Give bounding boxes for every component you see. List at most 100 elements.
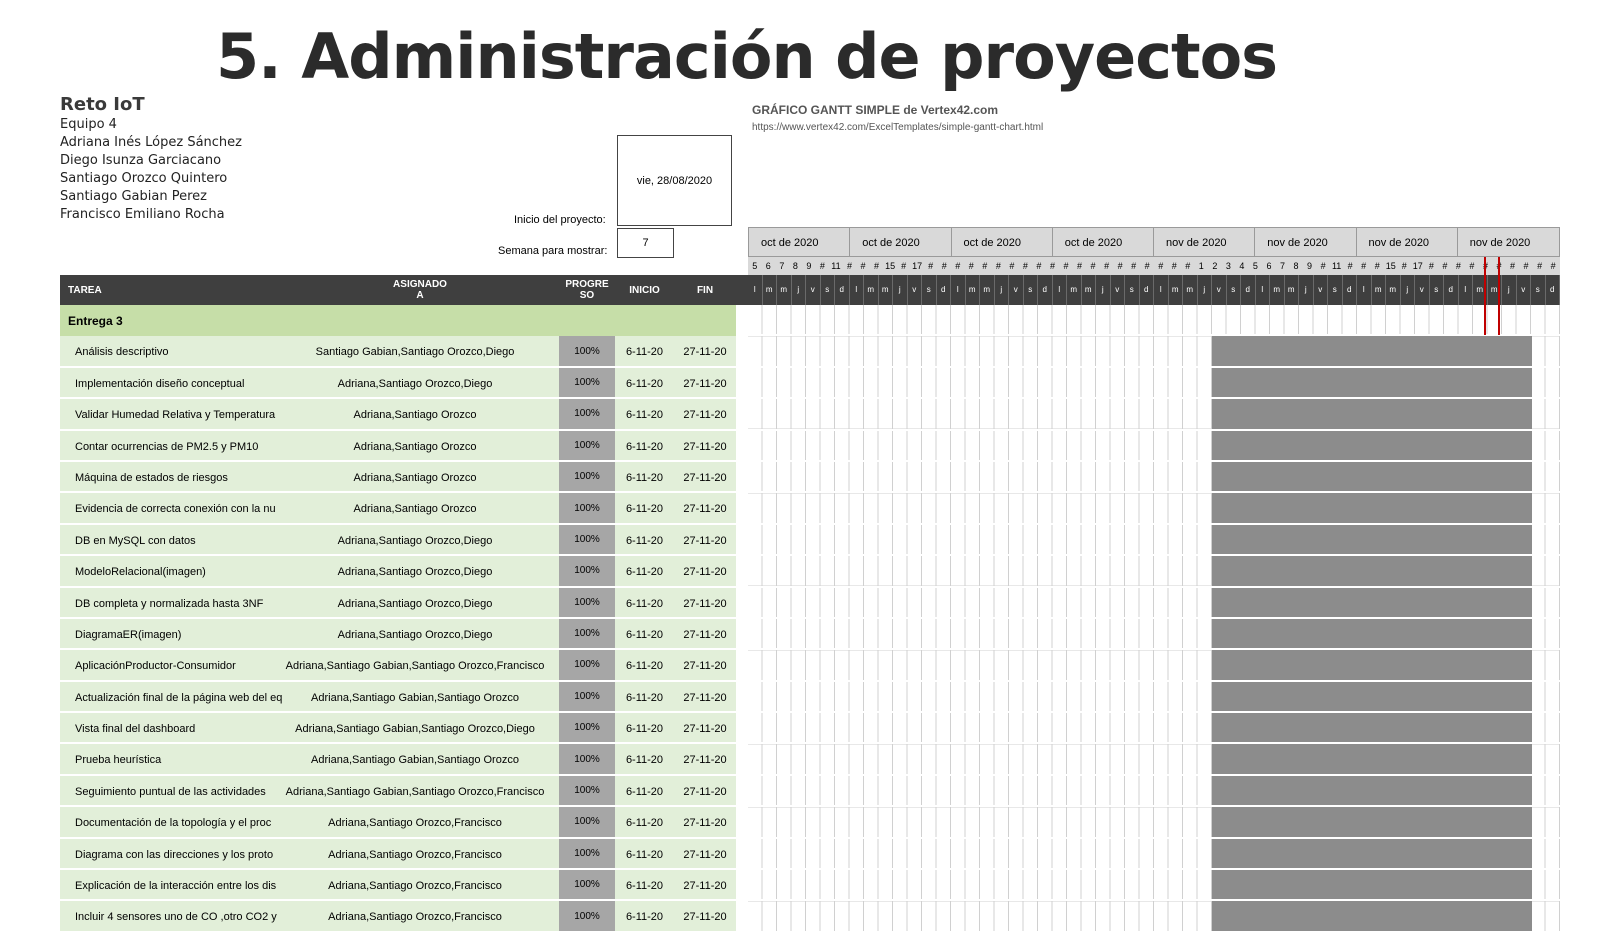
task-assigned[interactable]: Adriana,Santiago Orozco,Diego — [282, 598, 548, 610]
task-end[interactable]: 27-11-20 — [675, 409, 735, 421]
table-row[interactable]: Análisis descriptivo Santiago Gabian,Sant… — [60, 336, 1560, 368]
task-assigned[interactable]: Adriana,Santiago Orozco,Francisco — [282, 817, 548, 829]
task-name[interactable]: Seguimiento puntual de las actividades — [75, 786, 290, 798]
table-row[interactable]: DB completa y normalizada hasta 3NF Adria… — [60, 587, 1560, 619]
task-progress[interactable]: 100% — [559, 807, 615, 837]
task-end[interactable]: 27-11-20 — [675, 472, 735, 484]
table-row[interactable]: Prueba heurística Adriana,Santiago Gabian… — [60, 744, 1560, 776]
task-assigned[interactable]: Adriana,Santiago Orozco — [282, 409, 548, 421]
task-end[interactable]: 27-11-20 — [675, 535, 735, 547]
table-row[interactable]: Implementación diseño conceptual Adriana,… — [60, 367, 1560, 400]
task-start[interactable]: 6-11-20 — [617, 503, 672, 515]
task-start[interactable]: 6-11-20 — [617, 786, 672, 798]
table-row[interactable]: Validar Humedad Relativa y Temperatura Ad… — [60, 399, 1560, 431]
task-name[interactable]: Actualización final de la página web del… — [75, 692, 290, 704]
task-progress[interactable]: 100% — [559, 744, 615, 774]
table-row[interactable]: Evidencia de correcta conexión con la nu… — [60, 493, 1560, 525]
week-input-cell[interactable]: 7 — [617, 228, 674, 258]
task-start[interactable]: 6-11-20 — [617, 598, 672, 610]
task-start[interactable]: 6-11-20 — [617, 849, 672, 861]
task-name[interactable]: Explicación de la interacción entre los … — [75, 880, 290, 892]
task-progress[interactable]: 100% — [559, 524, 615, 555]
task-progress[interactable]: 100% — [559, 587, 615, 617]
task-end[interactable]: 27-11-20 — [675, 566, 735, 578]
task-assigned[interactable]: Adriana,Santiago Orozco,Diego — [282, 629, 548, 641]
task-name[interactable]: Validar Humedad Relativa y Temperatura — [75, 409, 290, 421]
task-progress[interactable]: 100% — [559, 681, 615, 712]
task-assigned[interactable]: Adriana,Santiago Gabian,Santiago Orozco,… — [282, 723, 548, 735]
task-name[interactable]: Prueba heurística — [75, 754, 290, 766]
task-name[interactable]: Documentación de la topología y el proc — [75, 817, 290, 829]
task-start[interactable]: 6-11-20 — [617, 629, 672, 641]
task-name[interactable]: Máquina de estados de riesgos — [75, 472, 290, 484]
table-row[interactable]: DiagramaER(imagen) Adriana,Santiago Orozc… — [60, 618, 1560, 651]
task-end[interactable]: 27-11-20 — [675, 503, 735, 515]
task-assigned[interactable]: Santiago Gabian,Santiago Orozco,Diego — [282, 346, 548, 358]
task-name[interactable]: DB completa y normalizada hasta 3NF — [75, 598, 290, 610]
task-start[interactable]: 6-11-20 — [617, 472, 672, 484]
table-row[interactable]: Incluir 4 sensores uno de CO ,otro CO2 y… — [60, 901, 1560, 933]
task-end[interactable]: 27-11-20 — [675, 754, 735, 766]
task-end[interactable]: 27-11-20 — [675, 786, 735, 798]
task-assigned[interactable]: Adriana,Santiago Gabian,Santiago Orozco,… — [282, 786, 548, 798]
table-row[interactable]: Actualización final de la página web del… — [60, 681, 1560, 714]
task-assigned[interactable]: Adriana,Santiago Orozco,Francisco — [282, 849, 548, 861]
task-assigned[interactable]: Adriana,Santiago Gabian,Santiago Orozco — [282, 754, 548, 766]
table-row[interactable]: Contar ocurrencias de PM2.5 y PM10 Adrian… — [60, 430, 1560, 462]
task-end[interactable]: 27-11-20 — [675, 692, 735, 704]
column-header-end[interactable]: FIN — [675, 275, 735, 305]
task-start[interactable]: 6-11-20 — [617, 817, 672, 829]
task-name[interactable]: ModeloRelacional(imagen) — [75, 566, 290, 578]
task-name[interactable]: Contar ocurrencias de PM2.5 y PM10 — [75, 441, 290, 453]
task-progress[interactable]: 100% — [559, 493, 615, 523]
task-assigned[interactable]: Adriana,Santiago Orozco — [282, 441, 548, 453]
task-name[interactable]: Evidencia de correcta conexión con la nu — [75, 503, 290, 515]
task-start[interactable]: 6-11-20 — [617, 566, 672, 578]
task-progress[interactable]: 100% — [559, 399, 615, 429]
task-start[interactable]: 6-11-20 — [617, 535, 672, 547]
task-assigned[interactable]: Adriana,Santiago Gabian,Santiago Orozco — [282, 692, 548, 704]
task-assigned[interactable]: Adriana,Santiago Orozco,Francisco — [282, 911, 548, 923]
gantt-template-link[interactable]: https://www.vertex42.com/ExcelTemplates/… — [752, 122, 1043, 133]
task-end[interactable]: 27-11-20 — [675, 911, 735, 923]
task-assigned[interactable]: Adriana,Santiago Orozco,Diego — [282, 535, 548, 547]
task-progress[interactable]: 100% — [559, 870, 615, 900]
project-start-date-cell[interactable]: vie, 28/08/2020 — [617, 135, 732, 226]
phase-cell[interactable]: Entrega 3 — [60, 305, 736, 337]
task-progress[interactable]: 100% — [559, 713, 615, 743]
task-end[interactable]: 27-11-20 — [675, 660, 735, 672]
task-end[interactable]: 27-11-20 — [675, 849, 735, 861]
task-assigned[interactable]: Adriana,Santiago Orozco — [282, 503, 548, 515]
task-name[interactable]: DB en MySQL con datos — [75, 535, 290, 547]
column-header-start[interactable]: INICIO — [617, 275, 672, 305]
task-start[interactable]: 6-11-20 — [617, 441, 672, 453]
column-header-assigned[interactable]: ASIGNADO A — [360, 275, 480, 305]
table-row[interactable]: AplicaciónProductor-Consumidor Adriana,Sa… — [60, 650, 1560, 682]
task-progress[interactable]: 100% — [559, 336, 615, 366]
task-progress[interactable]: 100% — [559, 461, 615, 492]
task-start[interactable]: 6-11-20 — [617, 409, 672, 421]
task-progress[interactable]: 100% — [559, 901, 615, 931]
task-progress[interactable]: 100% — [559, 367, 615, 398]
task-end[interactable]: 27-11-20 — [675, 880, 735, 892]
task-name[interactable]: Implementación diseño conceptual — [75, 378, 290, 390]
task-end[interactable]: 27-11-20 — [675, 598, 735, 610]
task-start[interactable]: 6-11-20 — [617, 880, 672, 892]
task-start[interactable]: 6-11-20 — [617, 754, 672, 766]
task-progress[interactable]: 100% — [559, 775, 615, 806]
task-assigned[interactable]: Adriana,Santiago Orozco,Francisco — [282, 880, 548, 892]
task-end[interactable]: 27-11-20 — [675, 346, 735, 358]
table-row[interactable]: Vista final del dashboard Adriana,Santiag… — [60, 713, 1560, 745]
task-start[interactable]: 6-11-20 — [617, 911, 672, 923]
column-header-progress[interactable]: PROGRE SO — [559, 275, 615, 305]
table-row[interactable]: Documentación de la topología y el proc A… — [60, 807, 1560, 839]
task-start[interactable]: 6-11-20 — [617, 378, 672, 390]
task-assigned[interactable]: Adriana,Santiago Orozco,Diego — [282, 378, 548, 390]
task-progress[interactable]: 100% — [559, 556, 615, 586]
task-progress[interactable]: 100% — [559, 838, 615, 869]
task-progress[interactable]: 100% — [559, 618, 615, 649]
table-row[interactable]: Explicación de la interacción entre los … — [60, 870, 1560, 902]
task-end[interactable]: 27-11-20 — [675, 817, 735, 829]
task-name[interactable]: AplicaciónProductor-Consumidor — [75, 660, 290, 672]
task-name[interactable]: Incluir 4 sensores uno de CO ,otro CO2 y — [75, 911, 290, 923]
